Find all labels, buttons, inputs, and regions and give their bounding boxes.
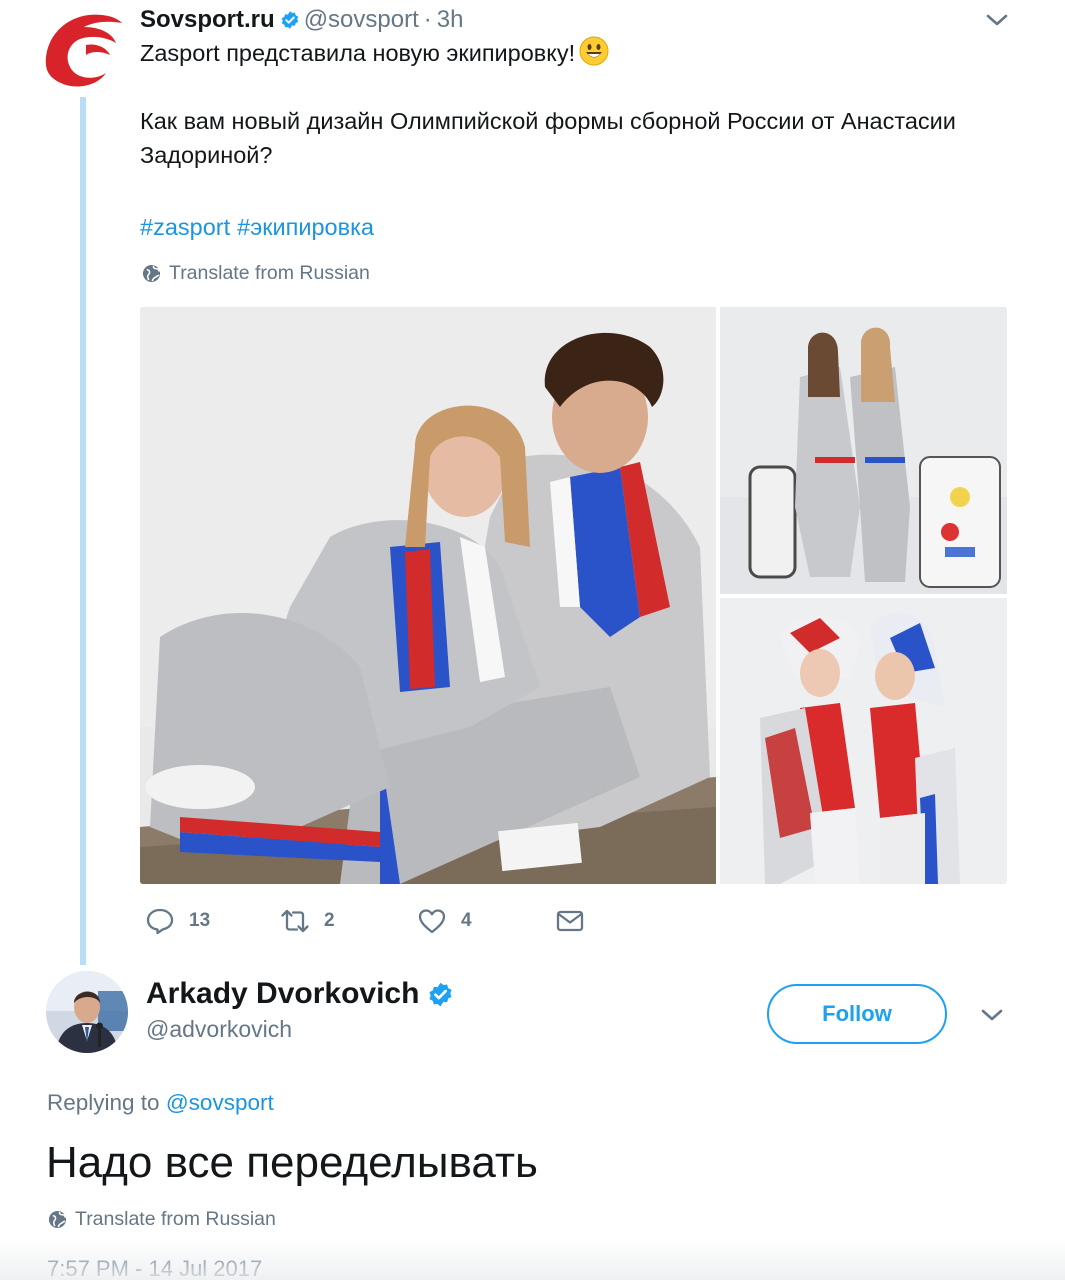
hashtag-ekipirovka[interactable]: #экипировка: [237, 214, 374, 240]
avatar-photo: [46, 971, 128, 1053]
photo-swimsuits[interactable]: [720, 598, 1007, 884]
translate-label: Translate from Russian: [75, 1208, 276, 1230]
verified-badge-icon: [429, 982, 452, 1006]
chevron-down-icon[interactable]: [983, 8, 1011, 32]
translate-label: Translate from Russian: [169, 262, 370, 284]
sovsport-logo-icon: [45, 14, 123, 87]
hashtag-zasport[interactable]: #zasport: [140, 214, 230, 240]
replying-prefix: Replying to: [47, 1090, 160, 1115]
follow-button[interactable]: Follow: [767, 984, 947, 1044]
direct-message-action[interactable]: [555, 905, 585, 937]
hashtag-list: #zasport #экипировка: [140, 210, 381, 244]
tweet-text-line-1: Zasport представила новую экипировку!: [140, 36, 1020, 70]
reply-timestamp[interactable]: 7:57 PM - 14 Jul 2017: [47, 1256, 262, 1280]
photo-suitcases-image: [720, 307, 1007, 594]
translate-link-reply[interactable]: Translate from Russian: [48, 1208, 276, 1231]
like-action[interactable]: 4: [417, 905, 472, 937]
parent-tweet-text: Zasport представила новую экипировку! Ка…: [140, 36, 1020, 172]
tweet-text-line-2: Как вам новый дизайн Олимпийской формы с…: [140, 108, 956, 168]
header-separator: ·: [423, 6, 432, 33]
heart-icon: [418, 909, 446, 934]
retweet-action[interactable]: 2: [280, 905, 335, 937]
retweet-icon: [281, 909, 309, 933]
envelope-icon: [556, 910, 584, 932]
dvorkovich-avatar[interactable]: [46, 971, 128, 1053]
photo-main-couple[interactable]: [140, 307, 716, 884]
globe-icon: [48, 1210, 67, 1229]
verified-badge-icon: [281, 11, 298, 29]
globe-icon: [142, 264, 161, 283]
sovsport-avatar[interactable]: [40, 5, 124, 89]
parent-handle[interactable]: @sovsport: [304, 6, 419, 34]
reply-tweet-text: Надо все переделывать: [46, 1138, 538, 1187]
reply-icon: [146, 908, 174, 935]
reply-count: 13: [189, 910, 211, 931]
parent-author-name[interactable]: Sovsport.ru: [140, 6, 275, 34]
chevron-down-icon[interactable]: [978, 1003, 1006, 1027]
smiley-emoji-icon: [579, 36, 609, 66]
photo-suitcases[interactable]: [720, 307, 1007, 594]
parent-tweet-header: Sovsport.ru @sovsport · 3h: [140, 4, 463, 36]
thread-connector-line: [80, 97, 86, 965]
reply-author-name[interactable]: Arkady Dvorkovich: [146, 977, 419, 1011]
reply-author-row: Arkady Dvorkovich: [146, 975, 454, 1013]
retweet-count: 2: [324, 910, 335, 931]
media-collage: [140, 307, 1007, 884]
like-count: 4: [461, 910, 472, 931]
reply-action[interactable]: 13: [145, 905, 210, 937]
translate-link-parent[interactable]: Translate from Russian: [142, 262, 370, 285]
reply-handle[interactable]: @advorkovich: [146, 1016, 292, 1043]
parent-timestamp[interactable]: 3h: [437, 6, 464, 34]
photo-main-image: [140, 307, 716, 884]
replying-to-line: Replying to @sovsport: [47, 1090, 274, 1116]
replying-mention[interactable]: @sovsport: [166, 1090, 274, 1115]
photo-swimsuits-image: [720, 598, 1007, 884]
